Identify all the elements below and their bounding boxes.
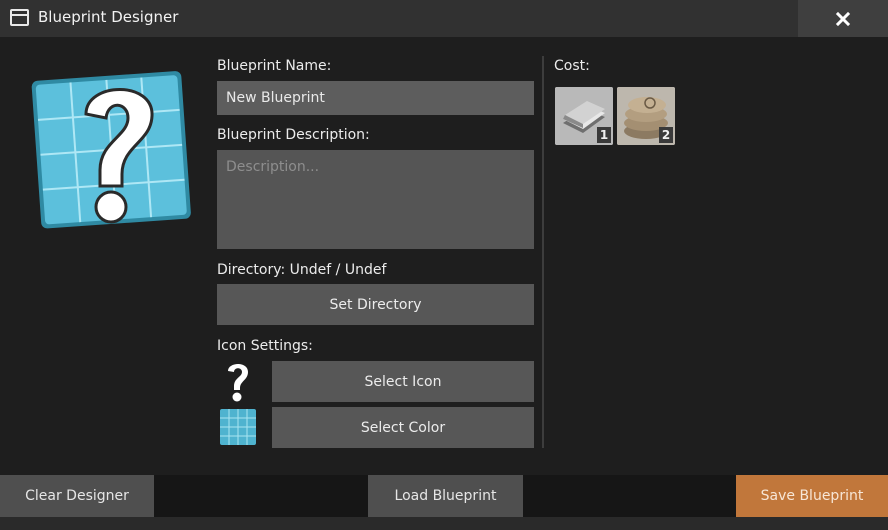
cost-item-count: 1 [597,127,611,143]
cost-item-count: 2 [659,127,673,143]
clear-designer-button[interactable]: Clear Designer [0,475,154,517]
icon-settings-label: Icon Settings: [217,338,313,354]
set-directory-button[interactable]: Set Directory [217,284,534,325]
title-bar: Blueprint Designer [0,0,888,37]
question-mark-icon [228,364,248,402]
select-icon-button[interactable]: Select Icon [272,361,534,402]
select-color-button[interactable]: Select Color [272,407,534,448]
window-icon [10,9,29,26]
directory-label: Directory: Undef / Undef [217,262,387,278]
bottom-strip [0,517,888,530]
blueprint-preview-icon [31,71,191,229]
cost-item-sandbags[interactable]: 2 [617,87,675,145]
blueprint-description-label: Blueprint Description: [217,127,370,143]
blueprint-name-label: Blueprint Name: [217,58,332,74]
blueprint-description-input[interactable]: Description... [217,150,534,249]
color-swatch-icon [220,409,256,445]
load-blueprint-button[interactable]: Load Blueprint [368,475,523,517]
save-blueprint-button[interactable]: Save Blueprint [736,475,888,517]
window-title: Blueprint Designer [38,8,179,26]
close-button[interactable] [798,0,888,37]
cost-label: Cost: [554,58,590,74]
blueprint-name-input[interactable]: New Blueprint [217,81,534,115]
close-icon [835,11,851,26]
column-divider [542,56,544,448]
cost-item-metal[interactable]: 1 [555,87,613,145]
